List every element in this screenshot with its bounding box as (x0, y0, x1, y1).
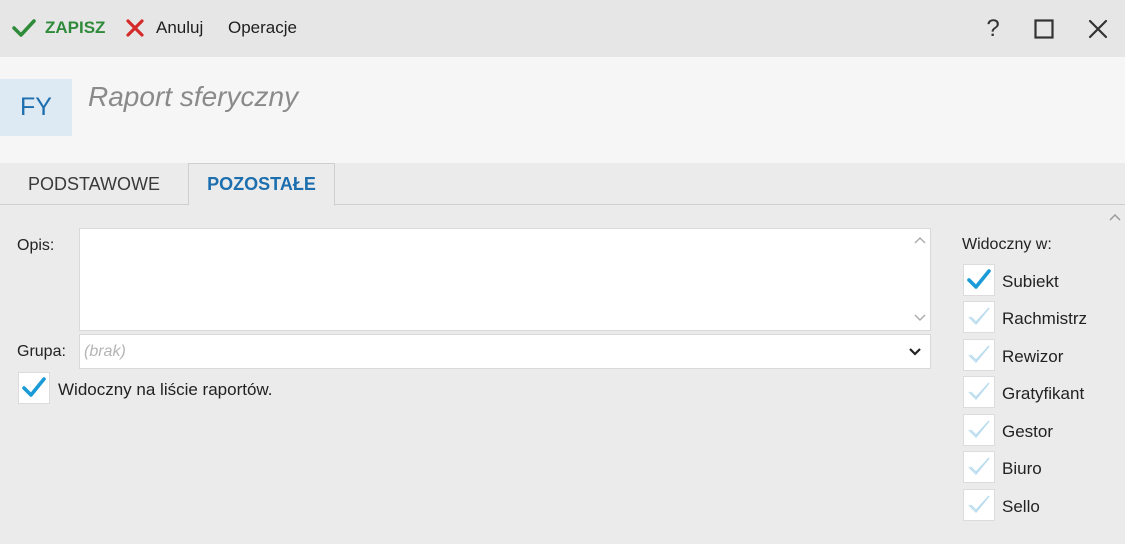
gratyfikant-label: Gratyfikant (1002, 384, 1085, 403)
visible-in-item-rewizor: Rewizor (962, 339, 1112, 373)
gestor-label: Gestor (1002, 422, 1054, 441)
grupa-label: Grupa: (17, 343, 66, 360)
chevron-down-icon[interactable] (913, 312, 927, 324)
visible-in-heading: Widoczny w: (962, 236, 1052, 253)
sello-label: Sello (1002, 497, 1040, 516)
maximize-icon (1034, 19, 1054, 39)
close-x-icon (126, 19, 144, 37)
chevron-up-icon[interactable] (913, 234, 927, 246)
help-icon: ? (986, 15, 1000, 42)
close-window-button[interactable] (1083, 14, 1113, 44)
grupa-value: (brak) (84, 343, 126, 360)
checkmark-outline-icon (968, 382, 990, 401)
subiekt-label: Subiekt (1002, 272, 1059, 291)
tab-bar: PODSTAWOWE POZOSTAŁE (0, 163, 1125, 206)
visible-in-item-subiekt: Subiekt (962, 264, 1112, 298)
toolbar: ZAPISZ Anuluj Operacje ? (0, 0, 1125, 57)
cancel-label: Anuluj (156, 18, 204, 37)
visible-on-list-label: Widoczny na liście raportów. (58, 380, 273, 399)
visible-on-list-checkbox[interactable] (18, 372, 50, 404)
visible-in-item-sello: Sello (962, 489, 1112, 523)
operations-menu[interactable]: Operacje (228, 17, 297, 39)
checkmark-icon (22, 377, 46, 397)
checkmark-outline-icon (968, 307, 990, 326)
maximize-button[interactable] (1029, 14, 1059, 44)
operations-label: Operacje (228, 18, 297, 37)
save-button[interactable]: ZAPISZ (12, 17, 105, 39)
checkmark-icon (967, 269, 991, 289)
cancel-button[interactable]: Anuluj (126, 17, 203, 39)
tab-podstawowe[interactable]: PODSTAWOWE (0, 163, 188, 205)
visible-in-item-rachmistrz: Rachmistrz (962, 301, 1112, 335)
document-header: FY Raport sferyczny (0, 57, 1125, 163)
rewizor-checkbox[interactable] (963, 339, 995, 371)
rachmistrz-label: Rachmistrz (1002, 309, 1088, 328)
visible-in-item-biuro: Biuro (962, 451, 1112, 485)
checkmark-outline-icon (968, 457, 990, 476)
page-title: Raport sferyczny (88, 81, 299, 112)
visible-in-item-gratyfikant: Gratyfikant (962, 376, 1112, 410)
scroll-up-icon[interactable] (1108, 210, 1122, 224)
close-icon (1088, 19, 1108, 39)
opis-textarea[interactable] (79, 228, 931, 331)
biuro-checkbox[interactable] (963, 451, 995, 483)
rewizor-label: Rewizor (1002, 347, 1064, 366)
opis-label: Opis: (17, 237, 55, 254)
checkmark-outline-icon (968, 420, 990, 439)
document-type-badge: FY (0, 79, 72, 136)
visible-in-item-gestor: Gestor (962, 414, 1112, 448)
save-label: ZAPISZ (45, 18, 106, 37)
chevron-down-icon (909, 348, 921, 356)
checkmark-outline-icon (968, 495, 990, 514)
gratyfikant-checkbox[interactable] (963, 376, 995, 408)
checkmark-icon (12, 19, 36, 37)
rachmistrz-checkbox[interactable] (963, 301, 995, 333)
subiekt-checkbox[interactable] (963, 264, 995, 296)
help-button[interactable]: ? (978, 14, 1008, 44)
gestor-checkbox[interactable] (963, 414, 995, 446)
grupa-select[interactable]: (brak) (79, 334, 931, 369)
sello-checkbox[interactable] (963, 489, 995, 521)
tab-pozostale[interactable]: POZOSTAŁE (188, 163, 335, 206)
biuro-label: Biuro (1002, 459, 1042, 478)
checkmark-outline-icon (968, 345, 990, 364)
